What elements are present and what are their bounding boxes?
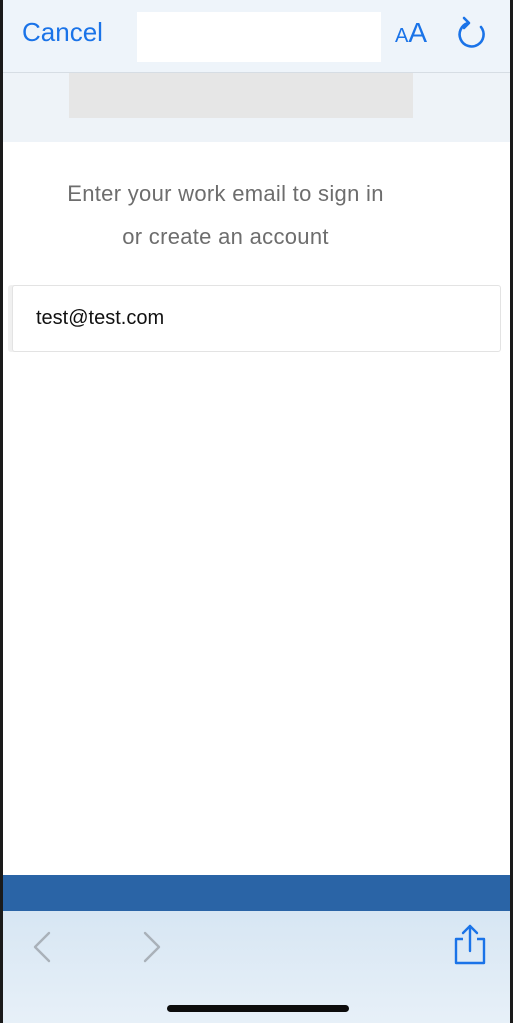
page-header: [3, 73, 510, 142]
site-logo-placeholder: [69, 73, 413, 118]
home-indicator[interactable]: [167, 1005, 349, 1012]
device-frame: Cancel AA Enter your work email to sign …: [0, 0, 513, 1023]
chevron-left-icon: [33, 931, 51, 963]
cancel-button[interactable]: Cancel: [22, 14, 103, 50]
share-icon: [454, 924, 486, 965]
chevron-right-icon: [143, 931, 161, 963]
text-size-large-label: A: [408, 17, 428, 48]
browser-top-bar: Cancel AA: [3, 0, 510, 73]
sign-in-prompt: Enter your work email to sign in or crea…: [3, 172, 448, 258]
share-button[interactable]: [452, 923, 488, 967]
reload-icon: [458, 16, 485, 48]
back-button[interactable]: [29, 929, 55, 965]
reload-button[interactable]: [455, 15, 489, 51]
text-size-small-label: A: [395, 25, 409, 47]
footer-band: [3, 875, 510, 911]
text-size-button[interactable]: AA: [395, 14, 427, 57]
prompt-line-2: or create an account: [122, 224, 329, 249]
prompt-line-1: Enter your work email to sign in: [67, 181, 384, 206]
forward-button[interactable]: [139, 929, 165, 965]
browser-bottom-bar: [3, 911, 510, 1023]
email-field-container: [12, 285, 501, 352]
email-field[interactable]: [13, 286, 476, 351]
address-bar[interactable]: [137, 12, 381, 62]
